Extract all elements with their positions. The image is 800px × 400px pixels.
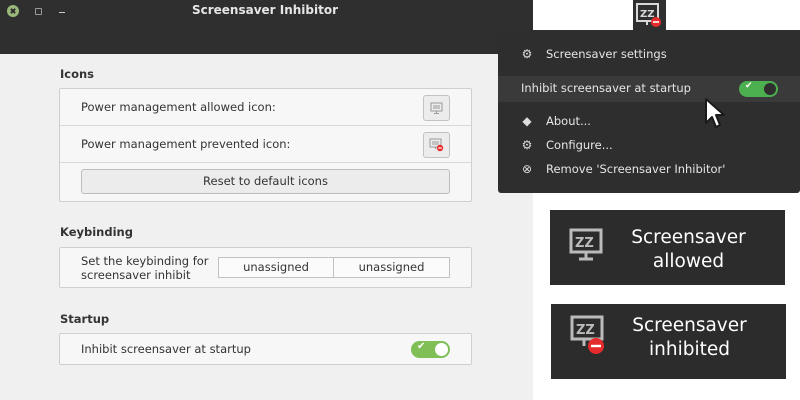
startup-frame: Inhibit screensaver at startup ✔ — [59, 333, 472, 365]
keybinding-primary[interactable]: unassigned — [218, 257, 334, 278]
card-inhibited-text: Screensaver inhibited — [617, 314, 762, 362]
keybinding-section-title: Keybinding — [60, 225, 133, 239]
reset-default-icons-button[interactable]: Reset to default icons — [81, 169, 450, 194]
gear-icon: ⚙ — [521, 47, 533, 61]
menu-item-about[interactable]: ◆ About... — [498, 110, 800, 134]
check-icon: ✔ — [417, 341, 426, 352]
help-icon: ◆ — [522, 114, 532, 128]
allowed-icon-chooser-button[interactable] — [423, 95, 450, 121]
card-inhibited-line2: inhibited — [649, 339, 730, 360]
menu-item-inhibit-startup[interactable]: Inhibit screensaver at startup ✔ — [498, 76, 800, 102]
card-allowed-line1: Screensaver — [631, 227, 746, 248]
prevented-icon-chooser-button[interactable] — [423, 132, 450, 158]
prevented-icon-row: Power management prevented icon: — [60, 126, 471, 163]
icons-section-title: Icons — [60, 67, 95, 81]
screensaver-inhibited-card: ZZ Screensaver inhibited — [551, 304, 786, 379]
keybinding-secondary[interactable]: unassigned — [333, 257, 450, 278]
window-title: Screensaver Inhibitor — [191, 3, 339, 17]
toggle-knob — [435, 343, 448, 356]
keybinding-frame: Set the keybinding for screensaver inhib… — [59, 247, 472, 288]
icons-frame: Power management allowed icon: Power man… — [59, 88, 472, 202]
inhibit-startup-toggle[interactable]: ✔ — [411, 341, 450, 358]
allowed-icon-row: Power management allowed icon: — [60, 89, 471, 126]
minimize-window-button[interactable] — [56, 5, 68, 17]
menu-item-label: Inhibit screensaver at startup — [521, 81, 691, 95]
keybinding-label-line1: Set the keybinding for — [81, 254, 209, 268]
applet-context-menu: ⚙ Screensaver settings Inhibit screensav… — [498, 30, 800, 193]
toggle-knob — [764, 83, 776, 95]
screensaver-prevented-icon — [429, 138, 444, 152]
close-window-button[interactable] — [7, 5, 19, 17]
screensaver-allowed-icon: ZZ — [569, 228, 603, 261]
menu-item-label: Screensaver settings — [546, 47, 667, 61]
menu-item-configure[interactable]: ⚙ Configure... — [498, 134, 800, 158]
panel-background — [533, 0, 800, 30]
card-allowed-text: Screensaver allowed — [616, 226, 761, 274]
inhibit-startup-label: Inhibit screensaver at startup — [81, 342, 251, 356]
menu-item-label: Configure... — [546, 138, 613, 152]
title-bar: Screensaver Inhibitor — [0, 0, 533, 54]
startup-section-title: Startup — [60, 312, 110, 326]
svg-text:ZZ: ZZ — [640, 9, 655, 20]
reset-row: Reset to default icons — [60, 163, 471, 201]
screensaver-inhibited-icon: ZZ — [636, 3, 661, 27]
keybinding-label-line2: screensaver inhibit — [81, 268, 191, 282]
mouse-pointer-icon — [705, 98, 725, 128]
menu-item-screensaver-settings[interactable]: ⚙ Screensaver settings — [498, 43, 800, 67]
settings-window: Screensaver Inhibitor Icons Power manage… — [0, 0, 533, 400]
close-circle-icon: ⊗ — [521, 162, 533, 176]
card-allowed-line2: allowed — [652, 251, 725, 272]
prevented-icon-label: Power management prevented icon: — [81, 137, 291, 151]
menu-item-remove[interactable]: ⊗ Remove 'Screensaver Inhibitor' — [498, 158, 800, 182]
svg-text:ZZ: ZZ — [575, 236, 594, 251]
screensaver-allowed-icon — [430, 102, 443, 114]
maximize-window-button[interactable] — [32, 5, 44, 17]
screensaver-allowed-card: ZZ Screensaver allowed — [550, 210, 785, 285]
keybinding-label: Set the keybinding for screensaver inhib… — [81, 254, 209, 282]
menu-inhibit-toggle[interactable]: ✔ — [739, 81, 778, 97]
svg-text:ZZ: ZZ — [576, 323, 595, 338]
gear-icon: ⚙ — [521, 138, 533, 152]
screen: Screensaver Inhibitor Icons Power manage… — [0, 0, 800, 400]
applet-tray-button[interactable]: ZZ — [633, 0, 666, 30]
menu-item-label: Remove 'Screensaver Inhibitor' — [546, 162, 726, 176]
screensaver-inhibited-icon: ZZ — [570, 315, 604, 354]
menu-item-label: About... — [546, 114, 591, 128]
card-inhibited-line1: Screensaver — [632, 315, 747, 336]
check-icon: ✔ — [745, 81, 753, 91]
allowed-icon-label: Power management allowed icon: — [81, 100, 276, 114]
